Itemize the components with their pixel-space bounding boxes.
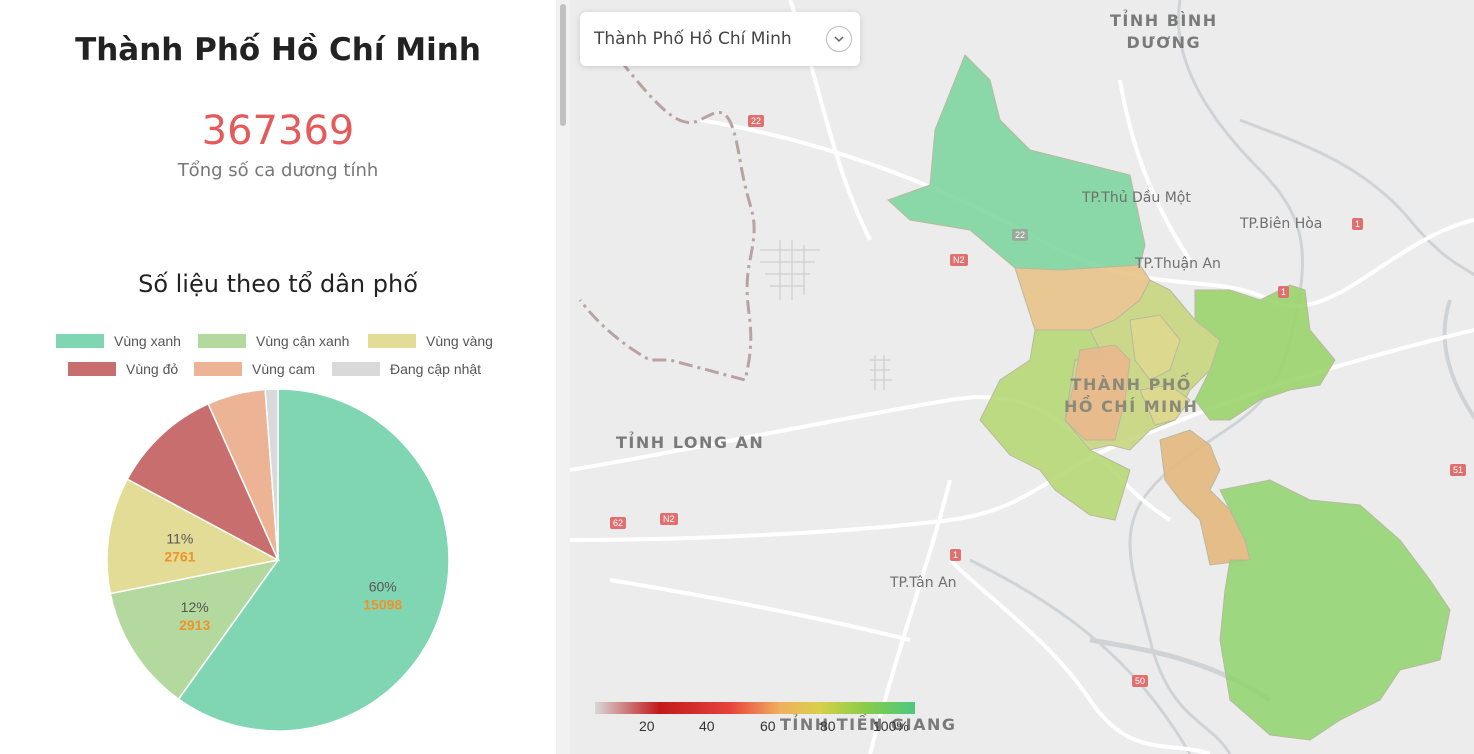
road-badge: 51 bbox=[1450, 464, 1467, 476]
urban-grid bbox=[760, 240, 892, 390]
road-badge: 1 bbox=[1278, 286, 1290, 298]
pie-value-label: 15098 bbox=[363, 597, 402, 613]
city-select[interactable]: Thành Phố Hồ Chí Minh bbox=[580, 12, 860, 66]
pie-percent-label: 11% bbox=[166, 530, 193, 546]
pie-percent-label: 12% bbox=[181, 599, 209, 615]
stats-panel: Thành Phố Hồ Chí Minh 367369 Tổng số ca … bbox=[0, 0, 556, 754]
colorbar-tick: 20 bbox=[639, 718, 655, 734]
legend-label: Đang cập nhật bbox=[390, 361, 482, 377]
pie-percent-label: 60% bbox=[369, 579, 397, 595]
legend-label: Vùng đỏ bbox=[126, 361, 179, 377]
colorbar-tick: 100% bbox=[873, 718, 909, 734]
total-cases-count: 367369 bbox=[201, 108, 355, 154]
page-title: Thành Phố Hồ Chí Minh bbox=[75, 32, 481, 68]
legend-swatch bbox=[56, 334, 104, 348]
label-tien-giang: TỈNH TIỀN GIANG bbox=[780, 715, 957, 734]
legend-swatch bbox=[198, 334, 246, 348]
pie-value-label: 2913 bbox=[179, 617, 210, 633]
legend-swatch bbox=[332, 362, 380, 376]
label-hcm: THÀNH PHỐ HỒ CHÍ MINH bbox=[1064, 375, 1199, 416]
chevron-down-icon[interactable] bbox=[826, 26, 852, 52]
colorbar-tick: 80 bbox=[820, 718, 836, 734]
road-badge: 62 bbox=[610, 517, 627, 529]
colorbar-tick: 40 bbox=[699, 718, 715, 734]
label-binh-duong: TỈNH BÌNH DƯƠNG bbox=[1110, 11, 1218, 52]
legend-label: Vùng cận xanh bbox=[256, 333, 350, 349]
legend-label: Vùng cam bbox=[252, 361, 316, 377]
city-select-value: Thành Phố Hồ Chí Minh bbox=[594, 29, 792, 49]
map-view[interactable]: TỈNH BÌNH DƯƠNG TP.Thủ Dầu Một TP.Biên H… bbox=[570, 0, 1474, 754]
label-tan-an: TP.Tân An bbox=[890, 575, 957, 591]
legend-label: Vùng vàng bbox=[426, 333, 493, 349]
label-thu-dau-mot: TP.Thủ Dầu Một bbox=[1082, 190, 1191, 206]
road-badge: 50 bbox=[1132, 675, 1149, 687]
label-long-an: TỈNH LONG AN bbox=[616, 433, 765, 452]
road-badge: N2 bbox=[660, 513, 678, 525]
scrollbar-thumb[interactable] bbox=[560, 4, 566, 126]
legend-swatch bbox=[68, 362, 116, 376]
label-bien-hoa: TP.Biên Hòa bbox=[1240, 216, 1323, 232]
road-badge: N2 bbox=[950, 254, 968, 266]
road-badge: 22 bbox=[1012, 229, 1029, 241]
road-badge: 22 bbox=[748, 115, 765, 127]
province-border bbox=[578, 59, 756, 382]
legend-label: Vùng xanh bbox=[114, 333, 181, 349]
pie-chart: 60% 15098 12% 2913 11% 2761 bbox=[106, 388, 450, 732]
panel-scrollbar[interactable] bbox=[556, 0, 570, 754]
label-thuan-an: TP.Thuận An bbox=[1135, 256, 1221, 272]
map-canvas[interactable] bbox=[570, 0, 1474, 754]
road-badge: 1 bbox=[1352, 218, 1364, 230]
road-badge: 1 bbox=[950, 549, 962, 561]
color-scale-bar bbox=[595, 702, 915, 714]
pie-value-label: 2761 bbox=[164, 548, 195, 564]
total-cases-label: Tổng số ca dương tính bbox=[177, 160, 379, 181]
district-can-gio[interactable] bbox=[1219, 479, 1451, 741]
legend-swatch bbox=[194, 362, 242, 376]
legend-swatch bbox=[368, 334, 416, 348]
chart-title: Số liệu theo tổ dân phố bbox=[138, 270, 418, 298]
colorbar-tick: 60 bbox=[760, 718, 776, 734]
